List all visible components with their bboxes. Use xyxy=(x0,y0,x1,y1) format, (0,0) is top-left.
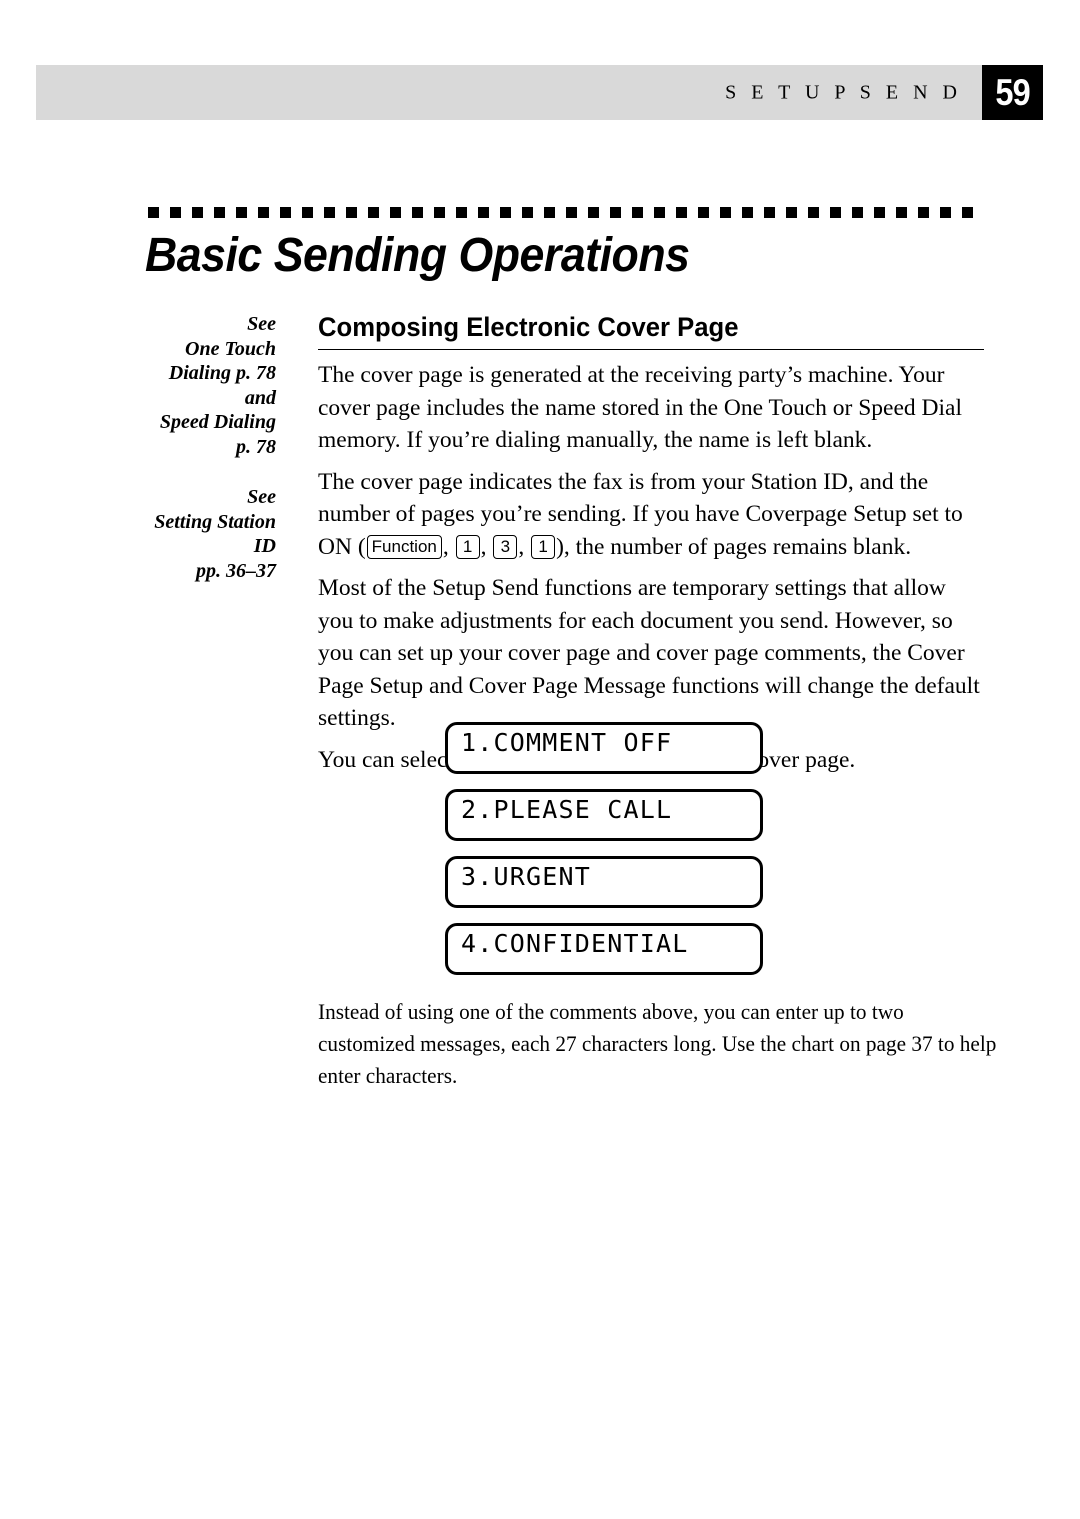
page-number-text: 59 xyxy=(995,72,1030,113)
lcd-panel-confidential: 4.CONFIDENTIAL xyxy=(445,923,763,975)
margin-note-line: pp. 36–37 xyxy=(196,559,276,582)
paragraph-temporary-settings: Most of the Setup Send functions are tem… xyxy=(318,575,980,732)
margin-note-line: ID xyxy=(253,535,276,557)
paragraph-custom-messages: Instead of using one of the comments abo… xyxy=(318,999,997,1088)
lcd-panel-urgent: 3.URGENT xyxy=(445,856,763,908)
key-separator: , xyxy=(442,533,455,560)
paragraph-cover-page-intro: The cover page is generated at the recei… xyxy=(318,362,962,454)
paragraph-coverpage-setup: The cover page indicates the fax is from… xyxy=(318,466,984,564)
section-heading-rule xyxy=(318,349,984,351)
lcd-text: 2.PLEASE CALL xyxy=(461,795,673,824)
margin-note-one-touch-speed-dialing: See One Touch Dialing p. 78 and Speed Di… xyxy=(80,312,276,459)
lcd-panel-comment-off: 1.COMMENT OFF xyxy=(445,722,763,774)
decorative-dotted-rule xyxy=(148,207,984,218)
margin-note-line: See xyxy=(247,486,276,508)
key-separator: , xyxy=(480,533,493,560)
margin-note-line: Dialing p. 78 xyxy=(168,362,276,384)
margin-note-line: and xyxy=(244,386,276,409)
running-header-title: S E T U P S E N D xyxy=(725,81,962,103)
lcd-text: 3.URGENT xyxy=(461,862,592,891)
section-heading: Composing Electronic Cover Page xyxy=(318,312,739,342)
paragraph-text-part: ), the number of pages remains blank. xyxy=(556,533,912,560)
key-1: 1 xyxy=(455,534,480,559)
key-1-second: 1 xyxy=(531,534,556,559)
margin-note-line: See xyxy=(247,313,276,335)
lcd-text: 1.COMMENT OFF xyxy=(461,728,673,757)
margin-notes: See One Touch Dialing p. 78 and Speed Di… xyxy=(80,312,276,583)
main-content-column: Composing Electronic Cover Page The cove… xyxy=(318,312,984,785)
page-header-band: S E T U P S E N D xyxy=(36,65,982,120)
lcd-text: 4.CONFIDENTIAL xyxy=(461,929,689,958)
key-3: 3 xyxy=(493,534,518,559)
margin-note-setting-station-id: See Setting Station ID pp. 36–37 xyxy=(80,485,276,583)
chapter-title: Basic Sending Operations xyxy=(145,229,690,282)
page-number-badge: 59 xyxy=(982,65,1043,120)
key-function: Function xyxy=(366,534,442,559)
lcd-option-list: 1.COMMENT OFF 2.PLEASE CALL 3.URGENT 4.C… xyxy=(445,722,763,990)
key-separator: , xyxy=(518,533,531,560)
lcd-panel-please-call: 2.PLEASE CALL xyxy=(445,789,763,841)
margin-note-line: p. 78 xyxy=(236,435,276,458)
margin-note-line: Setting Station xyxy=(154,510,276,533)
closing-paragraph-block: Instead of using one of the comments abo… xyxy=(318,996,1018,1092)
margin-note-line: One Touch xyxy=(185,337,276,360)
margin-note-line: Speed Dialing xyxy=(159,411,276,433)
